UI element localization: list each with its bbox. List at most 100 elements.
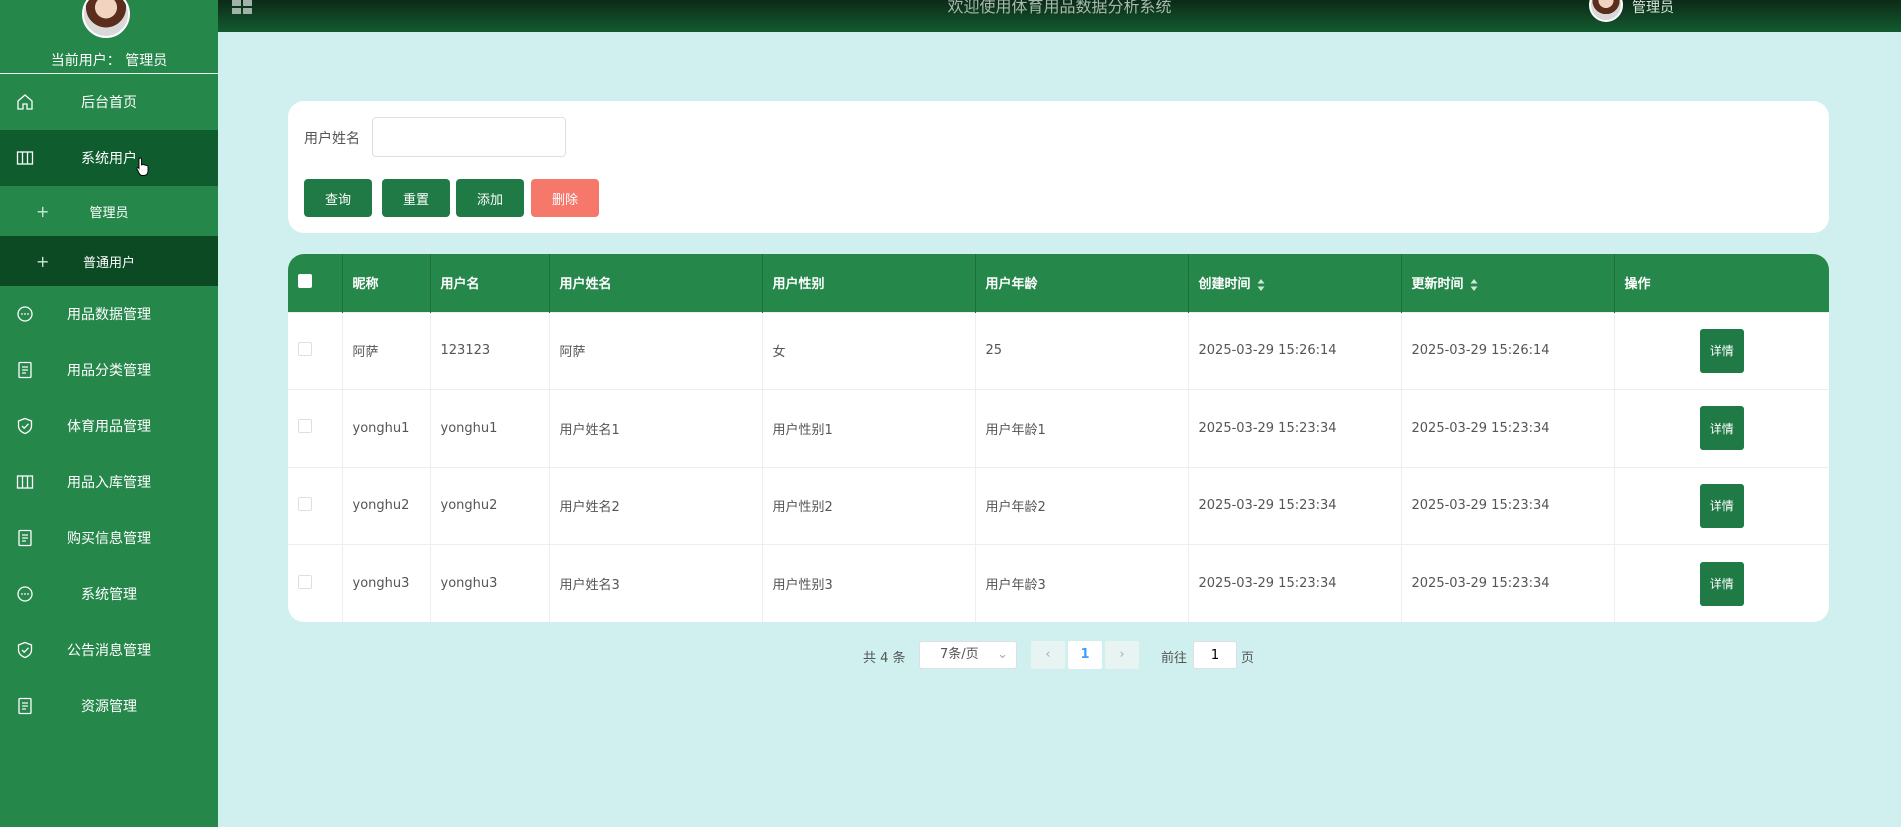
user-name-search-input[interactable] [372,117,566,157]
cell-age: 用户年龄2 [975,467,1189,545]
sidebar: 当前用户： 管理员 后台首页 系统用户 + 管理员 + 普通用户 用品数据管理 … [0,0,218,827]
search-label: 用户姓名 [304,131,360,147]
table-row: yonghu1 yonghu1 用户姓名1 用户性别1 用户年龄1 2025-0… [288,389,1829,467]
page-size-value: 7条/页 [940,647,979,662]
cell-name: 用户姓名1 [549,389,763,467]
next-page-button[interactable]: › [1105,641,1139,669]
sidebar-item-system-management[interactable]: 系统管理 [0,566,218,622]
sidebar-item-sports-goods[interactable]: 体育用品管理 [0,398,218,454]
cell-updated: 2025-03-29 15:23:34 [1401,544,1615,622]
column-header: 昵称 [342,254,431,312]
row-checkbox[interactable] [298,574,312,589]
current-user-label: 当前用户： 管理员 [50,53,168,69]
hand-cursor-icon [136,157,149,176]
cell-nickname: yonghu1 [342,389,431,467]
column-header-created[interactable]: 创建时间 [1188,254,1402,312]
cell-created: 2025-03-29 15:26:14 [1188,312,1402,390]
cell-age: 25 [975,312,1189,390]
sidebar-item-label: 体育用品管理 [67,419,151,435]
prev-page-button[interactable]: ‹ [1031,641,1065,669]
cell-name: 用户姓名3 [549,544,763,622]
cell-nickname: yonghu2 [342,467,431,545]
column-header-label: 更新时间 [1411,277,1464,293]
page-number[interactable]: 1 [1068,641,1102,669]
sidebar-item-label: 系统用户 [81,151,137,167]
row-checkbox[interactable] [298,341,312,356]
sidebar-subitem-label: 普通用户 [82,255,135,271]
select-all-header[interactable] [288,254,343,312]
sidebar-item-stock-in[interactable]: 用品入库管理 [0,454,218,510]
sidebar-subitem-admin[interactable]: + 管理员 [0,186,218,236]
row-checkbox[interactable] [298,496,312,511]
sidebar-item-resources[interactable]: 资源管理 [0,678,218,734]
cell-name: 用户姓名2 [549,467,763,545]
sort-icon[interactable] [1470,278,1478,292]
document-icon [18,361,32,379]
column-header: 用户姓名 [549,254,763,312]
chevron-right-icon: › [1119,647,1125,662]
sidebar-item-label: 用品数据管理 [67,307,151,323]
chevron-down-icon: ⌄ [997,647,1008,662]
cell-created: 2025-03-29 15:23:34 [1188,544,1402,622]
table-header-row: 昵称 用户名 用户姓名 用户性别 用户年龄 创建时间 更新时间 操作 [288,254,1829,312]
search-panel: 用户姓名 查询 重置 添加 删除 [288,101,1829,233]
shield-check-icon [17,417,33,435]
cell-username: 123123 [430,312,550,390]
sort-icon[interactable] [1257,278,1265,292]
cell-gender: 用户性别2 [762,467,976,545]
sidebar-item-system-users[interactable]: 系统用户 [0,130,218,186]
table-row: yonghu3 yonghu3 用户姓名3 用户性别3 用户年龄3 2025-0… [288,544,1829,622]
select-all-checkbox[interactable] [298,273,312,288]
sidebar-item-goods-data[interactable]: 用品数据管理 [0,286,218,342]
cell-updated: 2025-03-29 15:23:34 [1401,389,1615,467]
cell-age: 用户年龄3 [975,544,1189,622]
query-button[interactable]: 查询 [304,179,372,217]
total-count: 共 4 条 [863,651,906,666]
page-label: 页 [1241,651,1255,666]
detail-button[interactable]: 详情 [1699,561,1744,606]
cell-username: yonghu1 [430,389,550,467]
reset-button[interactable]: 重置 [382,179,450,217]
detail-button[interactable]: 详情 [1699,406,1744,451]
cell-created: 2025-03-29 15:23:34 [1188,467,1402,545]
cell-nickname: yonghu3 [342,544,431,622]
goto-label: 前往 [1161,651,1188,666]
avatar [82,0,130,38]
header-avatar[interactable] [1589,0,1623,22]
chevron-left-icon: ‹ [1045,647,1051,662]
header-username[interactable]: 管理员 [1632,0,1674,16]
sidebar-item-label: 系统管理 [81,587,137,603]
chat-icon [17,586,33,602]
row-checkbox[interactable] [298,419,312,434]
cell-username: yonghu3 [430,544,550,622]
column-header-updated[interactable]: 更新时间 [1401,254,1615,312]
detail-button[interactable]: 详情 [1699,328,1744,373]
home-icon [17,94,33,110]
sidebar-item-home[interactable]: 后台首页 [0,74,218,130]
sidebar-item-purchase-info[interactable]: 购买信息管理 [0,510,218,566]
columns-icon [16,475,34,489]
detail-button[interactable]: 详情 [1699,483,1744,528]
sidebar-item-goods-category[interactable]: 用品分类管理 [0,342,218,398]
cell-gender: 女 [762,312,976,390]
table-row: 阿萨 123123 阿萨 女 25 2025-03-29 15:26:14 20… [288,312,1829,390]
sidebar-item-label: 用品入库管理 [67,475,151,491]
top-header: 欢迎使用体育用品数据分析系统 管理员 [218,0,1901,32]
sidebar-item-label: 购买信息管理 [67,531,151,547]
column-header: 用户名 [430,254,550,312]
page-jump-input[interactable] [1193,641,1237,669]
sidebar-item-label: 资源管理 [81,699,137,715]
column-header-label: 创建时间 [1198,277,1251,293]
page-size-select[interactable]: 7条/页 ⌄ [919,641,1017,669]
sidebar-user-area: 当前用户： 管理员 [0,0,218,74]
delete-button[interactable]: 删除 [531,179,599,217]
users-table: 昵称 用户名 用户姓名 用户性别 用户年龄 创建时间 更新时间 操作 阿萨 12… [288,254,1829,622]
plus-icon: + [36,251,50,271]
sidebar-item-label: 用品分类管理 [67,363,151,379]
table-row: yonghu2 yonghu2 用户姓名2 用户性别2 用户年龄2 2025-0… [288,467,1829,545]
cell-gender: 用户性别1 [762,389,976,467]
pagination: 共 4 条 7条/页 ⌄ ‹ 1 › 前往 页 [0,641,1901,669]
sidebar-subitem-normal-users[interactable]: + 普通用户 [0,236,218,286]
add-button[interactable]: 添加 [456,179,524,217]
document-icon [18,697,32,715]
